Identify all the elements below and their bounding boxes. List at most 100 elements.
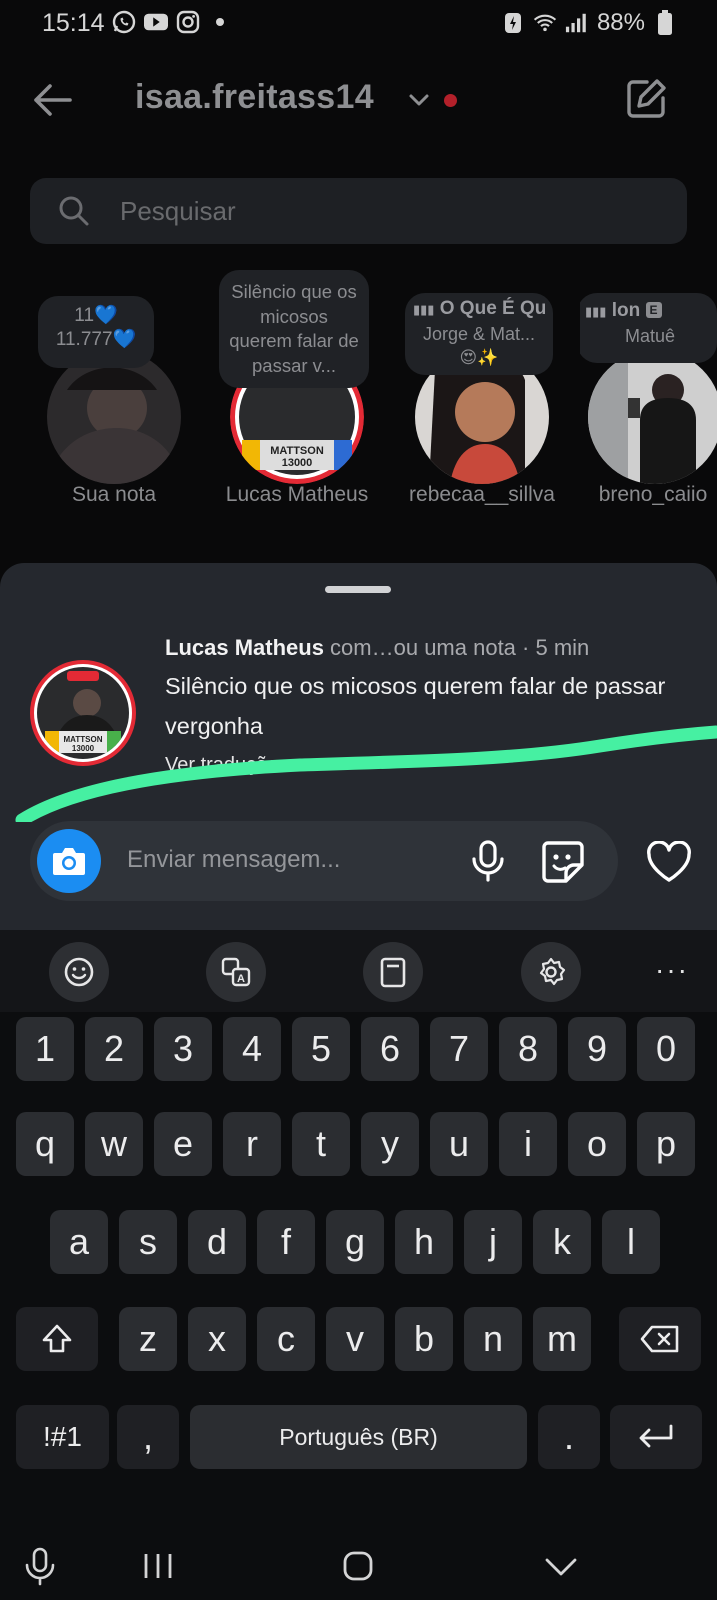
message-input[interactable]: Enviar mensagem... [127, 846, 340, 874]
note-name: Lucas Matheus [225, 483, 369, 506]
clipboard-button[interactable] [363, 942, 423, 1002]
avatar [588, 350, 717, 484]
letter-key-s[interactable]: s [119, 1210, 177, 1274]
letter-key-c[interactable]: c [257, 1307, 315, 1371]
translate-button[interactable]: A [206, 942, 266, 1002]
symbols-key[interactable]: !#1 [16, 1405, 109, 1469]
note-music-artist: Matuê [625, 326, 676, 346]
status-bar: 15:14 88% [0, 0, 717, 46]
note-item-lucas[interactable]: MATTSON 13000 Silêncio que os micosos que… [205, 270, 385, 520]
letter-key-g[interactable]: g [326, 1210, 384, 1274]
recent-apps-icon[interactable] [138, 1546, 178, 1586]
svg-text:A: A [237, 973, 245, 985]
letter-key-q[interactable]: q [16, 1112, 74, 1176]
battery-saver-icon [501, 11, 525, 35]
wifi-icon [533, 11, 557, 35]
signal-icon [565, 11, 589, 35]
backspace-key[interactable] [619, 1307, 701, 1371]
note-item-rebecaa[interactable]: ▮▮▮ O Que É Qu Jorge & Mat... 😍✨ rebecaa… [395, 270, 565, 520]
letter-key-n[interactable]: n [464, 1307, 522, 1371]
letter-key-p[interactable]: p [637, 1112, 695, 1176]
search-icon [58, 195, 90, 227]
letter-key-v[interactable]: v [326, 1307, 384, 1371]
letter-key-e[interactable]: e [154, 1112, 212, 1176]
letter-key-b[interactable]: b [395, 1307, 453, 1371]
arrow-left-icon[interactable] [30, 78, 74, 122]
edit-icon[interactable] [623, 76, 669, 122]
number-key-7[interactable]: 7 [430, 1017, 488, 1081]
number-key-6[interactable]: 6 [361, 1017, 419, 1081]
letter-key-a[interactable]: a [50, 1210, 108, 1274]
note-bubble: ▮▮▮ lon E Matuê [580, 293, 717, 363]
number-key-2[interactable]: 2 [85, 1017, 143, 1081]
settings-button[interactable] [521, 942, 581, 1002]
letter-key-y[interactable]: y [361, 1112, 419, 1176]
account-username[interactable]: isaa.freitass14 [135, 78, 374, 117]
note-music-title: O Que É Qu [439, 298, 545, 319]
letter-key-r[interactable]: r [223, 1112, 281, 1176]
music-bars-icon: ▮▮▮ [585, 304, 607, 319]
number-key-3[interactable]: 3 [154, 1017, 212, 1081]
space-key[interactable]: Português (BR) [190, 1405, 527, 1469]
letter-key-u[interactable]: u [430, 1112, 488, 1176]
number-key-1[interactable]: 1 [16, 1017, 74, 1081]
search-placeholder: Pesquisar [120, 196, 236, 226]
status-time: 15:14 [42, 9, 105, 37]
letter-key-h[interactable]: h [395, 1210, 453, 1274]
number-key-5[interactable]: 5 [292, 1017, 350, 1081]
microphone-icon[interactable] [468, 839, 508, 883]
letter-key-l[interactable]: l [602, 1210, 660, 1274]
camera-button[interactable] [37, 829, 101, 893]
number-key-4[interactable]: 4 [223, 1017, 281, 1081]
letter-key-m[interactable]: m [533, 1307, 591, 1371]
search-input[interactable]: Pesquisar [30, 178, 687, 244]
note-name: breno_caiio [598, 483, 708, 506]
sticker-icon[interactable] [540, 839, 586, 885]
more-icon[interactable]: ··· [655, 954, 689, 986]
note-music-title: lon [611, 300, 641, 321]
letter-key-i[interactable]: i [499, 1112, 557, 1176]
letter-key-f[interactable]: f [257, 1210, 315, 1274]
unread-dot [444, 94, 457, 107]
home-icon[interactable] [338, 1546, 378, 1586]
letter-key-w[interactable]: w [85, 1112, 143, 1176]
note-item-breno[interactable]: ▮▮▮ lon E Matuê breno_caiio [580, 270, 717, 520]
letter-key-z[interactable]: z [119, 1307, 177, 1371]
note-bubble: Silêncio que os micosos querem falar de … [219, 270, 369, 388]
keyboard-mic-icon[interactable] [22, 1546, 62, 1586]
keyboard: A ··· 1234567890 qwertyuiop asdfghjkl zx… [0, 930, 717, 1530]
system-navigation-bar [0, 1530, 717, 1600]
comma-key[interactable]: , [117, 1405, 179, 1469]
keyboard-keys: 1234567890 qwertyuiop asdfghjkl zxcvbnm … [0, 1012, 717, 1530]
note-meta: com…ou uma nota · 5 min [323, 635, 590, 660]
note-header: Lucas Matheus com…ou uma nota · 5 min [165, 635, 589, 661]
note-name: rebecaa__sillva [409, 483, 555, 506]
letter-key-d[interactable]: d [188, 1210, 246, 1274]
chevron-down-icon[interactable] [408, 90, 430, 110]
message-composer: Enviar mensagem... [30, 821, 618, 901]
period-key[interactable]: . [538, 1405, 600, 1469]
sheet-drag-handle[interactable] [325, 586, 391, 593]
heart-icon[interactable] [646, 840, 692, 883]
number-key-0[interactable]: 0 [637, 1017, 695, 1081]
translate-icon: A [221, 957, 251, 987]
enter-icon [639, 1424, 673, 1448]
instagram-icon [176, 10, 200, 34]
number-key-8[interactable]: 8 [499, 1017, 557, 1081]
shift-key[interactable] [16, 1307, 98, 1371]
hide-keyboard-icon[interactable] [541, 1546, 581, 1586]
number-key-9[interactable]: 9 [568, 1017, 626, 1081]
explicit-badge: E [645, 302, 662, 318]
backspace-icon [640, 1325, 679, 1353]
letter-key-o[interactable]: o [568, 1112, 626, 1176]
letter-key-j[interactable]: j [464, 1210, 522, 1274]
note-author[interactable]: Lucas Matheus [165, 635, 324, 660]
note-item-own[interactable]: 11💙 11.777💙 Sua nota [0, 270, 230, 520]
emoji-button[interactable] [49, 942, 109, 1002]
enter-key[interactable] [610, 1405, 702, 1469]
emoji-icon [64, 957, 94, 987]
direct-inbox-background: 15:14 88% isaa.freitass14 Pesquisar 11💙 … [0, 0, 717, 600]
letter-key-t[interactable]: t [292, 1112, 350, 1176]
letter-key-k[interactable]: k [533, 1210, 591, 1274]
letter-key-x[interactable]: x [188, 1307, 246, 1371]
